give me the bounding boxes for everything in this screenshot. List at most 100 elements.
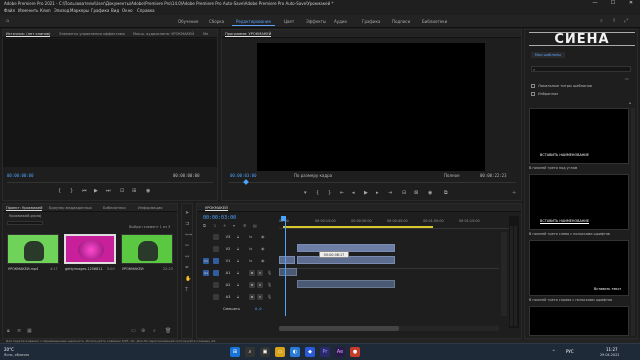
tray-chevron-icon[interactable]: ^ — [552, 349, 555, 354]
eye-icon[interactable]: ◉ — [261, 246, 265, 251]
tab-audio-clip-mixer[interactable]: Микш. аудиоклипа: УРОКМАКЕЙ — [133, 32, 194, 36]
clock-date[interactable]: 29.04.2022 — [600, 353, 619, 357]
audio-clip[interactable] — [297, 280, 395, 288]
home-icon[interactable]: ⌂ — [6, 18, 9, 24]
source-scrubber[interactable] — [7, 182, 213, 183]
source-patch-button[interactable]: V1 — [203, 258, 209, 264]
maximize-view-icon[interactable]: ⤢ — [624, 18, 628, 24]
tab-media-browser[interactable]: Браузер медиаданных — [49, 206, 92, 210]
go-to-out-icon[interactable]: ⇥ — [388, 190, 392, 196]
tab-libraries[interactable]: Библиотеки — [103, 206, 126, 210]
close-button[interactable]: ✕ — [622, 0, 640, 7]
audio-clip[interactable] — [279, 268, 297, 276]
slip-tool-icon[interactable]: ↔ — [185, 254, 189, 260]
premiere-pro-icon[interactable]: Pr — [320, 347, 330, 357]
eye-icon[interactable]: ◉ — [261, 234, 265, 239]
language-indicator[interactable]: РУС — [566, 349, 574, 354]
program-scrubber[interactable] — [228, 182, 516, 183]
master-volume[interactable]: 0,0 — [255, 307, 262, 311]
workspace-tab[interactable]: Подписи — [388, 18, 414, 25]
step-back-icon[interactable]: ◂ — [352, 190, 355, 196]
mic-icon[interactable]: 🎙︎ — [267, 270, 272, 275]
menu-clip[interactable]: Клип — [40, 8, 51, 13]
export-frame-icon[interactable]: ◉ — [428, 190, 432, 196]
solo-button[interactable]: S — [257, 270, 263, 276]
menu-help[interactable]: Справка — [137, 8, 155, 13]
mic-icon[interactable]: 🎙︎ — [267, 282, 272, 287]
tab-my-templates[interactable]: Мои шаблоны — [531, 52, 565, 58]
track-target-button[interactable] — [213, 270, 219, 276]
track-target-button[interactable] — [213, 234, 219, 240]
workspace-tab-active[interactable]: Редактирование — [232, 18, 275, 26]
store-icon[interactable]: ◆ — [305, 347, 315, 357]
source-patch-button[interactable]: A1 — [203, 270, 209, 276]
fit-select[interactable]: По размеру кадра — [294, 173, 332, 178]
captions-icon[interactable]: ▤ — [253, 223, 257, 228]
folder-icon[interactable]: ▭ — [625, 76, 629, 81]
type-tool-icon[interactable]: T — [185, 287, 188, 293]
play-icon[interactable]: ▶ — [364, 190, 368, 196]
clock-time[interactable]: 11:27 — [606, 347, 618, 352]
list-view-icon[interactable]: ≡ — [17, 328, 21, 334]
lock-icon[interactable]: 🔒︎ — [237, 258, 239, 263]
solo-button[interactable]: S — [257, 294, 263, 300]
weather-temp[interactable]: 20°C — [4, 347, 14, 352]
template-thumb[interactable]: Вставить текст — [529, 240, 629, 296]
workspace-tab[interactable]: Обучение — [174, 18, 202, 25]
program-playhead[interactable] — [243, 179, 249, 185]
lock-icon[interactable]: 🔒︎ — [7, 328, 10, 334]
go-to-in-icon[interactable]: ⇤ — [340, 190, 344, 196]
timeline-timecode[interactable]: 00:00:03:00 — [203, 215, 236, 221]
icon-view-icon[interactable]: ▦ — [27, 328, 32, 334]
weather-desc[interactable]: Ясно, облачно — [4, 353, 29, 357]
export-frame-icon[interactable]: ◉ — [146, 188, 150, 194]
template-search-input[interactable]: ⌕ — [531, 66, 631, 72]
step-back-icon[interactable]: ⏮ — [82, 188, 87, 194]
tab-sequence[interactable]: УРОКМАКЕЙ — [205, 206, 228, 211]
step-forward-icon[interactable]: ▸ — [376, 190, 379, 196]
tab-metadata[interactable]: Ме — [203, 32, 208, 36]
ripple-edit-tool-icon[interactable]: ⟺ — [185, 232, 192, 238]
template-thumb[interactable] — [529, 306, 629, 336]
menu-window[interactable]: Окно — [122, 8, 133, 13]
selection-tool-icon[interactable]: ➤ — [185, 210, 189, 216]
new-bin-icon[interactable]: ▭ — [131, 328, 136, 334]
menu-sequence[interactable]: Эпизод — [54, 8, 69, 13]
mic-icon[interactable]: 🎙︎ — [267, 294, 272, 299]
task-view-icon[interactable]: ▣ — [260, 347, 270, 357]
lift-icon[interactable]: ⊟ — [402, 190, 406, 196]
favorites-checkbox[interactable] — [531, 92, 535, 96]
search-icon[interactable]: ⌕ — [153, 328, 156, 334]
file-explorer-icon[interactable]: ▭ — [275, 347, 285, 357]
comparison-view-icon[interactable]: ⧉ — [444, 190, 448, 196]
source-timecode-left[interactable]: 00:00:00:00 — [7, 173, 34, 178]
share-icon[interactable]: ⇪ — [612, 18, 616, 24]
workspace-tab[interactable]: Аудио — [330, 18, 351, 25]
sync-lock-icon[interactable]: ⇆ — [249, 258, 252, 263]
hand-tool-icon[interactable]: ✋ — [185, 276, 191, 282]
app-icon[interactable]: ● — [350, 347, 360, 357]
menu-markers[interactable]: Маркеры — [70, 8, 89, 13]
workspace-tab[interactable]: Эффекты — [302, 18, 330, 25]
minimize-button[interactable]: — — [586, 0, 604, 7]
lock-icon[interactable]: 🔒︎ — [237, 246, 239, 251]
menu-file[interactable]: Файл — [4, 8, 15, 13]
razor-tool-icon[interactable]: ✂ — [185, 243, 189, 249]
sync-lock-icon[interactable]: ⇆ — [249, 234, 252, 239]
lock-icon[interactable]: 🔒︎ — [237, 234, 239, 239]
new-item-icon[interactable]: ⊕ — [141, 328, 145, 334]
maximize-button[interactable]: ☐ — [604, 0, 622, 7]
eye-icon[interactable]: ◉ — [261, 258, 265, 263]
quality-select[interactable]: Полное — [444, 173, 460, 178]
mark-in-icon[interactable]: { — [316, 190, 319, 196]
workspace-tab[interactable]: Библиотеки — [418, 18, 451, 25]
play-icon[interactable]: ▶ — [94, 188, 98, 194]
templates-scrollbar[interactable] — [631, 108, 635, 336]
lock-icon[interactable]: 🔒︎ — [237, 270, 239, 275]
start-icon[interactable]: ⊞ — [230, 347, 240, 357]
add-button-icon[interactable]: + — [512, 190, 516, 196]
project-search-input[interactable] — [7, 221, 43, 225]
linked-selection-icon[interactable]: ⚭ — [223, 223, 226, 228]
mute-button[interactable]: M — [249, 294, 255, 300]
vertical-scrollbar[interactable] — [501, 232, 507, 316]
